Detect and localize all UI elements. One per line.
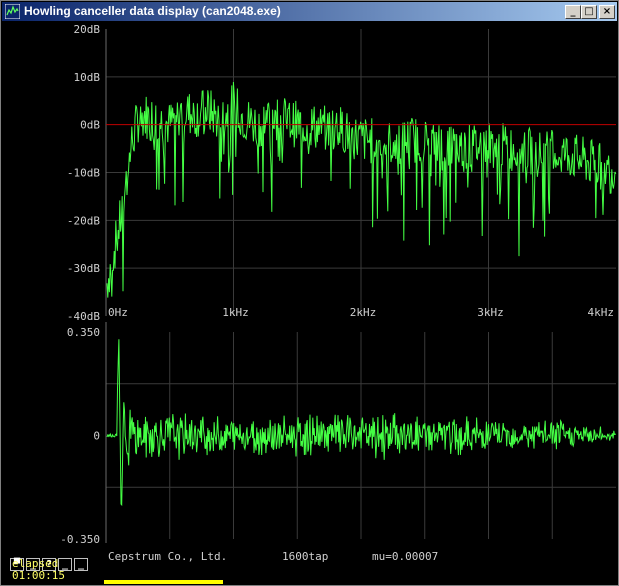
app-window: Howling canceller data display (can2048.… (0, 0, 619, 586)
impulse-y-tick-label: 0 (93, 430, 100, 443)
spectrum-y-tick-label: 0dB (80, 119, 100, 132)
spectrum-chart: 20dB 10dB 0dB -10dB -20dB -30dB -40dB 0Hz 1kHz 2k… (67, 23, 617, 322)
company-label: Cepstrum Co., Ltd. (108, 550, 228, 563)
progress-bar (104, 580, 223, 584)
impulse-x-tick-label: 200ms (581, 545, 614, 547)
spectrum-y-tick-label: 10dB (74, 71, 101, 84)
elapsed-time: 01:00:15 (12, 569, 65, 582)
spectrum-x-tick-label: 0Hz (108, 306, 128, 319)
tap-count: 1600tap (282, 550, 329, 563)
spectrum-y-tick-label: -20dB (67, 214, 100, 227)
impulse-y-tick-label: 0.350 (67, 326, 100, 339)
impulse-y-tick-label: -0.350 (60, 533, 100, 546)
title-bar[interactable]: Howling canceller data display (can2048.… (2, 2, 617, 21)
impulse-x-tick-label: 0ms (108, 545, 128, 547)
spectrum-y-tick-label: 20dB (74, 23, 101, 36)
spectrum-x-tick-label: 3kHz (477, 306, 504, 319)
impulse-response-chart: 0.350 0 -0.350 0ms 100ms 200ms (60, 322, 617, 547)
spectrum-y-tick-label: -30dB (67, 262, 100, 275)
app-icon (5, 4, 20, 19)
spectrum-y-tick-label: -40dB (67, 310, 100, 322)
spectrum-x-tick-label: 2kHz (350, 306, 377, 319)
status-indicator-icon[interactable]: _ (74, 558, 88, 571)
spectrum-x-tick-label: 1kHz (222, 306, 249, 319)
spectrum-y-tick-label: -10dB (67, 167, 100, 180)
client-area: 20dB 10dB 0dB -10dB -20dB -30dB -40dB 0Hz 1kHz 2k… (2, 22, 617, 585)
mu-value: mu=0.00007 (372, 550, 439, 563)
spectrum-x-tick-label: 4kHz (588, 306, 615, 319)
maximize-button[interactable]: □ (581, 5, 597, 19)
minimize-button[interactable]: _ (565, 5, 581, 19)
close-button[interactable]: × (599, 5, 615, 19)
impulse-x-tick-label: 100ms (344, 545, 377, 547)
window-title: Howling canceller data display (can2048.… (24, 4, 281, 18)
